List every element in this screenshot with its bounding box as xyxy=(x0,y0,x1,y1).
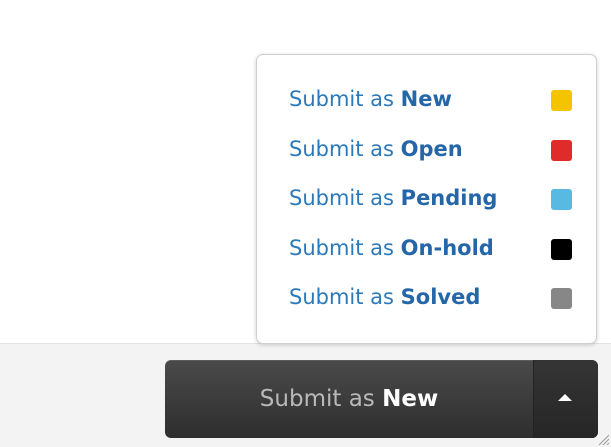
status-color-swatch xyxy=(551,189,572,210)
status-color-swatch xyxy=(551,288,572,309)
menu-item-prefix: Submit as xyxy=(289,186,394,210)
menu-item-prefix: Submit as xyxy=(289,235,394,260)
menu-item-submit-new[interactable]: Submit as New xyxy=(257,75,596,125)
menu-item-prefix: Submit as xyxy=(289,87,394,111)
submit-split-button: Submit as New xyxy=(165,360,598,438)
menu-item-submit-open[interactable]: Submit as Open xyxy=(257,125,596,175)
submit-status-menu: Submit as New Submit as Open Submit as P… xyxy=(256,54,597,344)
menu-item-status: Pending xyxy=(400,186,498,210)
status-menu-list: Submit as New Submit as Open Submit as P… xyxy=(257,75,596,323)
submit-button[interactable]: Submit as New xyxy=(165,360,533,438)
status-color-swatch xyxy=(551,139,572,161)
menu-item-status: On-hold xyxy=(400,235,494,260)
menu-item-submit-solved[interactable]: Submit as Solved xyxy=(257,273,596,323)
menu-item-submit-on-hold[interactable]: Submit as On-hold xyxy=(257,224,596,274)
menu-item-status: Solved xyxy=(400,285,481,309)
submit-button-prefix: Submit as xyxy=(259,386,375,412)
menu-item-prefix: Submit as xyxy=(289,285,394,309)
status-color-swatch xyxy=(551,238,572,260)
caret-up-icon xyxy=(558,394,572,401)
screen: Submit as New Submit as Open Submit as P… xyxy=(0,0,611,447)
menu-item-status: Open xyxy=(400,136,463,161)
menu-item-submit-pending[interactable]: Submit as Pending xyxy=(257,174,596,224)
menu-item-status: New xyxy=(400,87,452,111)
submit-menu-toggle[interactable] xyxy=(534,360,598,438)
submit-button-status: New xyxy=(382,386,439,412)
menu-item-prefix: Submit as xyxy=(289,136,394,161)
status-color-swatch xyxy=(551,90,572,111)
resize-grip-icon[interactable] xyxy=(595,431,609,445)
